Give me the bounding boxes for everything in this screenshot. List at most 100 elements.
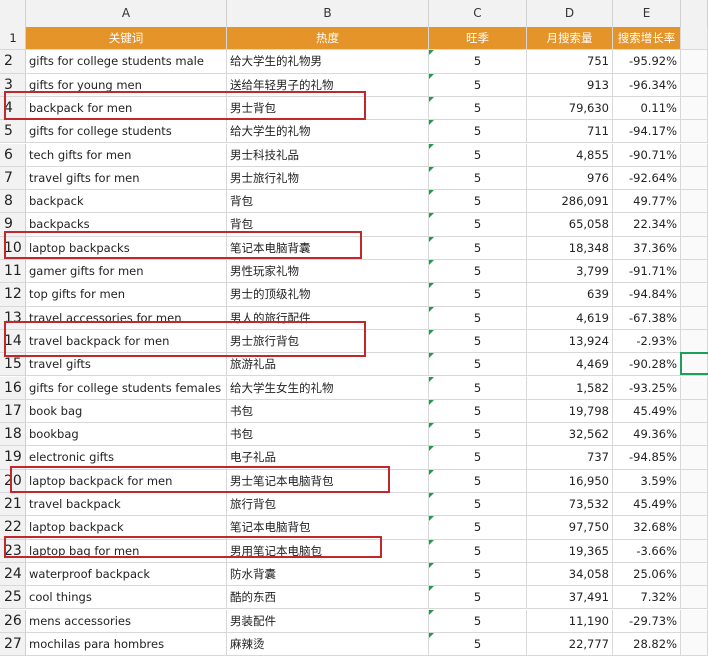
row-number[interactable]: 4 <box>0 96 26 120</box>
heat-cell[interactable]: 给大学生的礼物男 <box>227 50 429 73</box>
growth-cell[interactable]: 3.59% <box>613 469 681 492</box>
row-number[interactable]: 25 <box>0 586 26 609</box>
spreadsheet[interactable]: A B C D E 1 关键词 热度 旺季 月搜索量 搜索增长率 2 gifts … <box>0 0 708 660</box>
selected-cell-f15[interactable] <box>680 352 708 375</box>
growth-cell[interactable]: 25.06% <box>613 562 681 586</box>
season-cell[interactable]: 5 <box>429 469 527 492</box>
header-growth[interactable]: 搜索增长率 <box>613 27 681 50</box>
monthly-search-cell[interactable]: 18,348 <box>527 236 613 259</box>
heat-cell[interactable]: 男士的顶级礼物 <box>227 283 429 306</box>
column-header-a[interactable]: A <box>26 0 227 27</box>
keyword-cell[interactable]: electronic gifts <box>26 446 227 469</box>
row-number[interactable]: 14 <box>0 329 26 353</box>
empty-cell[interactable] <box>681 609 708 632</box>
row-number[interactable]: 5 <box>0 120 26 143</box>
empty-cell[interactable] <box>681 493 708 516</box>
header-keyword[interactable]: 关键词 <box>26 27 227 50</box>
heat-cell[interactable]: 男士旅行背包 <box>227 329 429 353</box>
monthly-search-cell[interactable]: 913 <box>527 73 613 96</box>
keyword-cell[interactable]: laptop bag for men <box>26 539 227 562</box>
season-cell[interactable]: 5 <box>429 143 527 166</box>
column-header-b[interactable]: B <box>227 0 429 27</box>
monthly-search-cell[interactable]: 65,058 <box>527 213 613 236</box>
season-cell[interactable]: 5 <box>429 50 527 73</box>
season-cell[interactable]: 5 <box>429 283 527 306</box>
header-season[interactable]: 旺季 <box>429 27 527 50</box>
empty-cell[interactable] <box>681 190 708 213</box>
growth-cell[interactable]: 49.77% <box>613 190 681 213</box>
row-number[interactable]: 1 <box>0 27 26 50</box>
growth-cell[interactable]: -29.73% <box>613 609 681 632</box>
season-cell[interactable]: 5 <box>429 166 527 190</box>
season-cell[interactable]: 5 <box>429 190 527 213</box>
empty-cell[interactable] <box>681 73 708 96</box>
empty-cell[interactable] <box>681 329 708 353</box>
season-cell[interactable]: 5 <box>429 516 527 539</box>
row-number[interactable]: 18 <box>0 423 26 446</box>
season-cell[interactable]: 5 <box>429 96 527 120</box>
row-number[interactable]: 7 <box>0 166 26 190</box>
row-number[interactable]: 27 <box>0 632 26 656</box>
season-cell[interactable]: 5 <box>429 306 527 329</box>
empty-cell[interactable] <box>681 562 708 586</box>
growth-cell[interactable]: 7.32% <box>613 586 681 609</box>
empty-cell[interactable] <box>681 260 708 283</box>
growth-cell[interactable]: -94.84% <box>613 283 681 306</box>
growth-cell[interactable]: -67.38% <box>613 306 681 329</box>
keyword-cell[interactable]: gamer gifts for men <box>26 260 227 283</box>
heat-cell[interactable]: 男士旅行礼物 <box>227 166 429 190</box>
row-number[interactable]: 23 <box>0 539 26 562</box>
monthly-search-cell[interactable]: 4,855 <box>527 143 613 166</box>
growth-cell[interactable]: -94.17% <box>613 120 681 143</box>
keyword-cell[interactable]: book bag <box>26 399 227 423</box>
season-cell[interactable]: 5 <box>429 632 527 656</box>
monthly-search-cell[interactable]: 4,469 <box>527 353 613 376</box>
heat-cell[interactable]: 男性玩家礼物 <box>227 260 429 283</box>
row-number[interactable]: 17 <box>0 399 26 423</box>
row-number[interactable]: 16 <box>0 376 26 399</box>
monthly-search-cell[interactable]: 16,950 <box>527 469 613 492</box>
row-number[interactable]: 15 <box>0 353 26 376</box>
heat-cell[interactable]: 男装配件 <box>227 609 429 632</box>
row-number[interactable]: 26 <box>0 609 26 632</box>
growth-cell[interactable]: -93.25% <box>613 376 681 399</box>
corner-cell[interactable] <box>0 0 26 27</box>
keyword-cell[interactable]: cool things <box>26 586 227 609</box>
growth-cell[interactable]: -96.34% <box>613 73 681 96</box>
season-cell[interactable]: 5 <box>429 329 527 353</box>
growth-cell[interactable]: -90.28% <box>613 353 681 376</box>
empty-cell[interactable] <box>681 96 708 120</box>
keyword-cell[interactable]: travel gifts for men <box>26 166 227 190</box>
row-number[interactable]: 11 <box>0 260 26 283</box>
monthly-search-cell[interactable]: 13,924 <box>527 329 613 353</box>
growth-cell[interactable]: -95.92% <box>613 50 681 73</box>
growth-cell[interactable]: -92.64% <box>613 166 681 190</box>
heat-cell[interactable]: 书包 <box>227 423 429 446</box>
row-number[interactable]: 20 <box>0 469 26 492</box>
growth-cell[interactable]: -2.93% <box>613 329 681 353</box>
monthly-search-cell[interactable]: 286,091 <box>527 190 613 213</box>
row-number[interactable]: 24 <box>0 562 26 586</box>
heat-cell[interactable]: 麻辣烫 <box>227 632 429 656</box>
season-cell[interactable]: 5 <box>429 399 527 423</box>
keyword-cell[interactable]: tech gifts for men <box>26 143 227 166</box>
heat-cell[interactable]: 男人的旅行配件 <box>227 306 429 329</box>
row-number[interactable]: 22 <box>0 516 26 539</box>
keyword-cell[interactable]: waterproof backpack <box>26 562 227 586</box>
keyword-cell[interactable]: laptop backpack for men <box>26 469 227 492</box>
growth-cell[interactable]: -90.71% <box>613 143 681 166</box>
monthly-search-cell[interactable]: 19,365 <box>527 539 613 562</box>
empty-cell[interactable] <box>681 213 708 236</box>
keyword-cell[interactable]: gifts for college students male <box>26 50 227 73</box>
keyword-cell[interactable]: laptop backpacks <box>26 236 227 259</box>
row-number[interactable]: 19 <box>0 446 26 469</box>
season-cell[interactable]: 5 <box>429 446 527 469</box>
keyword-cell[interactable]: travel backpack for men <box>26 329 227 353</box>
monthly-search-cell[interactable]: 19,798 <box>527 399 613 423</box>
keyword-cell[interactable]: travel backpack <box>26 493 227 516</box>
keyword-cell[interactable]: travel accessories for men <box>26 306 227 329</box>
season-cell[interactable]: 5 <box>429 562 527 586</box>
header-heat[interactable]: 热度 <box>227 27 429 50</box>
empty-cell[interactable] <box>681 516 708 539</box>
heat-cell[interactable]: 背包 <box>227 190 429 213</box>
